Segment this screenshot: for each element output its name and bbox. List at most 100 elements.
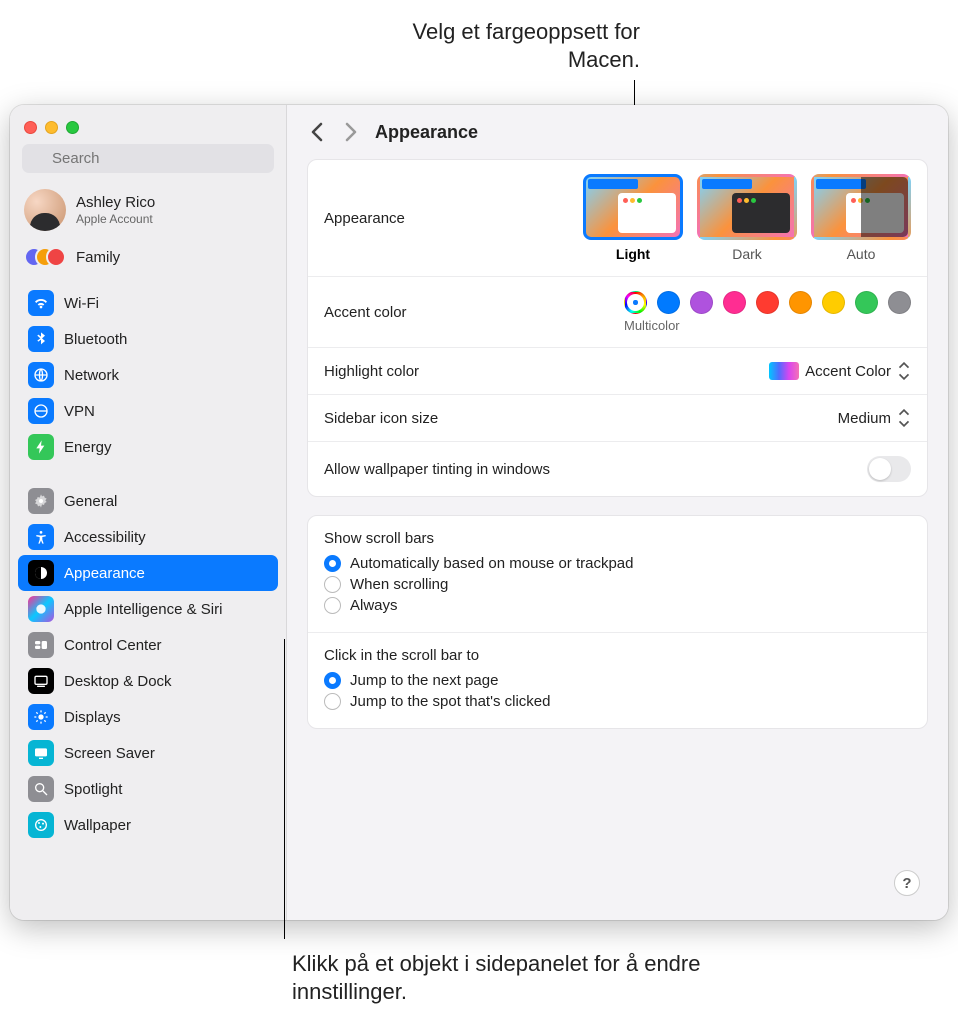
sidebar-item-net[interactable]: Network [18,357,278,393]
toggle-knob-icon [869,458,891,480]
sidebar-item-appear[interactable]: Appearance [18,555,278,591]
chevron-updown-icon [897,362,911,380]
main-content: Appearance Appearance Light DarkAuto Acce… [287,105,948,920]
general-icon [28,488,54,514]
sidebar-item-wifi[interactable]: Wi-Fi [18,285,278,321]
sidebar-item-general[interactable]: General [18,483,278,519]
help-button[interactable]: ? [894,870,920,896]
iconsize-label: Sidebar icon size [324,410,838,427]
topbar: Appearance [287,105,948,159]
sidebar-item-cc[interactable]: Control Center [18,627,278,663]
theme-thumbnail-icon [583,174,683,240]
close-button[interactable] [24,121,37,134]
accent-yellow[interactable] [822,291,845,314]
scrollbars-option[interactable]: When scrolling [324,574,911,595]
sidebar-item-disp[interactable]: Displays [18,699,278,735]
sidebar-item-label: Apple Intelligence & Siri [64,601,222,618]
disp-icon [28,704,54,730]
radio-label: Jump to the next page [350,672,498,689]
appearance-option-auto[interactable]: Auto [811,174,911,262]
sidebar-item-access[interactable]: Accessibility [18,519,278,555]
tinting-label: Allow wallpaper tinting in windows [324,461,867,478]
wifi-icon [28,290,54,316]
sidebar-item-label: Desktop & Dock [64,673,172,690]
highlight-select[interactable]: Accent Color [769,362,911,380]
accent-purple[interactable] [690,291,713,314]
siri-icon [28,596,54,622]
theme-thumbnail-icon [811,174,911,240]
theme-thumbnail-icon [697,174,797,240]
wall-icon [28,812,54,838]
ss-icon [28,740,54,766]
radio-label: Jump to the spot that's clicked [350,693,550,710]
radio-label: Automatically based on mouse or trackpad [350,555,633,572]
scrollbars-option[interactable]: Automatically based on mouse or trackpad [324,553,911,574]
settings-window: Ashley Rico Apple Account Family Wi-Fi Bl… [10,105,948,920]
window-controls [10,113,286,144]
sidebar-item-wall[interactable]: Wallpaper [18,807,278,843]
sidebar-item-dock[interactable]: Desktop & Dock [18,663,278,699]
radio-icon [324,597,341,614]
account-sub: Apple Account [76,212,155,226]
accent-orange[interactable] [789,291,812,314]
account-row[interactable]: Ashley Rico Apple Account [10,183,286,237]
radio-icon [324,672,341,689]
forward-button[interactable] [341,122,361,142]
accent-pink[interactable] [723,291,746,314]
cc-icon [28,632,54,658]
back-button[interactable] [307,122,327,142]
appearance-option-light[interactable]: Light [583,174,683,262]
radio-icon [324,576,341,593]
accent-green[interactable] [855,291,878,314]
highlight-label: Highlight color [324,363,769,380]
appearance-label: Appearance [324,210,583,227]
sidebar-item-label: General [64,493,117,510]
sidebar-item-label: Wi-Fi [64,295,99,312]
tinting-toggle[interactable] [867,456,911,482]
sidebar-item-label: Bluetooth [64,331,127,348]
scrollbars-option[interactable]: Always [324,595,911,616]
sidebar-item-energy[interactable]: Energy [18,429,278,465]
callout-line [284,639,285,939]
sidebar-item-vpn[interactable]: VPN [18,393,278,429]
page-title: Appearance [375,122,478,143]
iconsize-value: Medium [838,410,891,427]
sidebar-item-label: Screen Saver [64,745,155,762]
sidebar-item-label: Wallpaper [64,817,131,834]
radio-label: Always [350,597,398,614]
accent-label: Accent color [324,304,624,321]
bt-icon [28,326,54,352]
access-icon [28,524,54,550]
theme-label: Light [583,246,683,262]
accent-blue[interactable] [657,291,680,314]
sidebar-item-siri[interactable]: Apple Intelligence & Siri [18,591,278,627]
minimize-button[interactable] [45,121,58,134]
search-input[interactable] [22,144,274,173]
sidebar-item-label: Network [64,367,119,384]
sidebar-item-label: VPN [64,403,95,420]
family-avatars-icon [24,245,66,269]
avatar [24,189,66,231]
accent-multi[interactable] [624,291,647,314]
sidebar-list: Wi-Fi Bluetooth Network VPN Energy General Ac… [10,279,286,920]
account-name: Ashley Rico [76,194,155,212]
sidebar-item-spot[interactable]: Spotlight [18,771,278,807]
highlight-value: Accent Color [805,363,891,380]
appearance-option-dark[interactable]: Dark [697,174,797,262]
sidebar-item-label: Control Center [64,637,162,654]
accent-red[interactable] [756,291,779,314]
net-icon [28,362,54,388]
sidebar-item-ss[interactable]: Screen Saver [18,735,278,771]
sidebar-item-label: Spotlight [64,781,122,798]
scrollclick-option[interactable]: Jump to the next page [324,670,911,691]
highlight-preview-icon [769,362,799,380]
radio-icon [324,693,341,710]
accent-selected-label: Multicolor [624,318,680,333]
accent-gray[interactable] [888,291,911,314]
zoom-button[interactable] [66,121,79,134]
sidebar-item-bt[interactable]: Bluetooth [18,321,278,357]
scrollclick-option[interactable]: Jump to the spot that's clicked [324,691,911,712]
family-row[interactable]: Family [10,237,286,279]
iconsize-select[interactable]: Medium [838,409,911,427]
energy-icon [28,434,54,460]
